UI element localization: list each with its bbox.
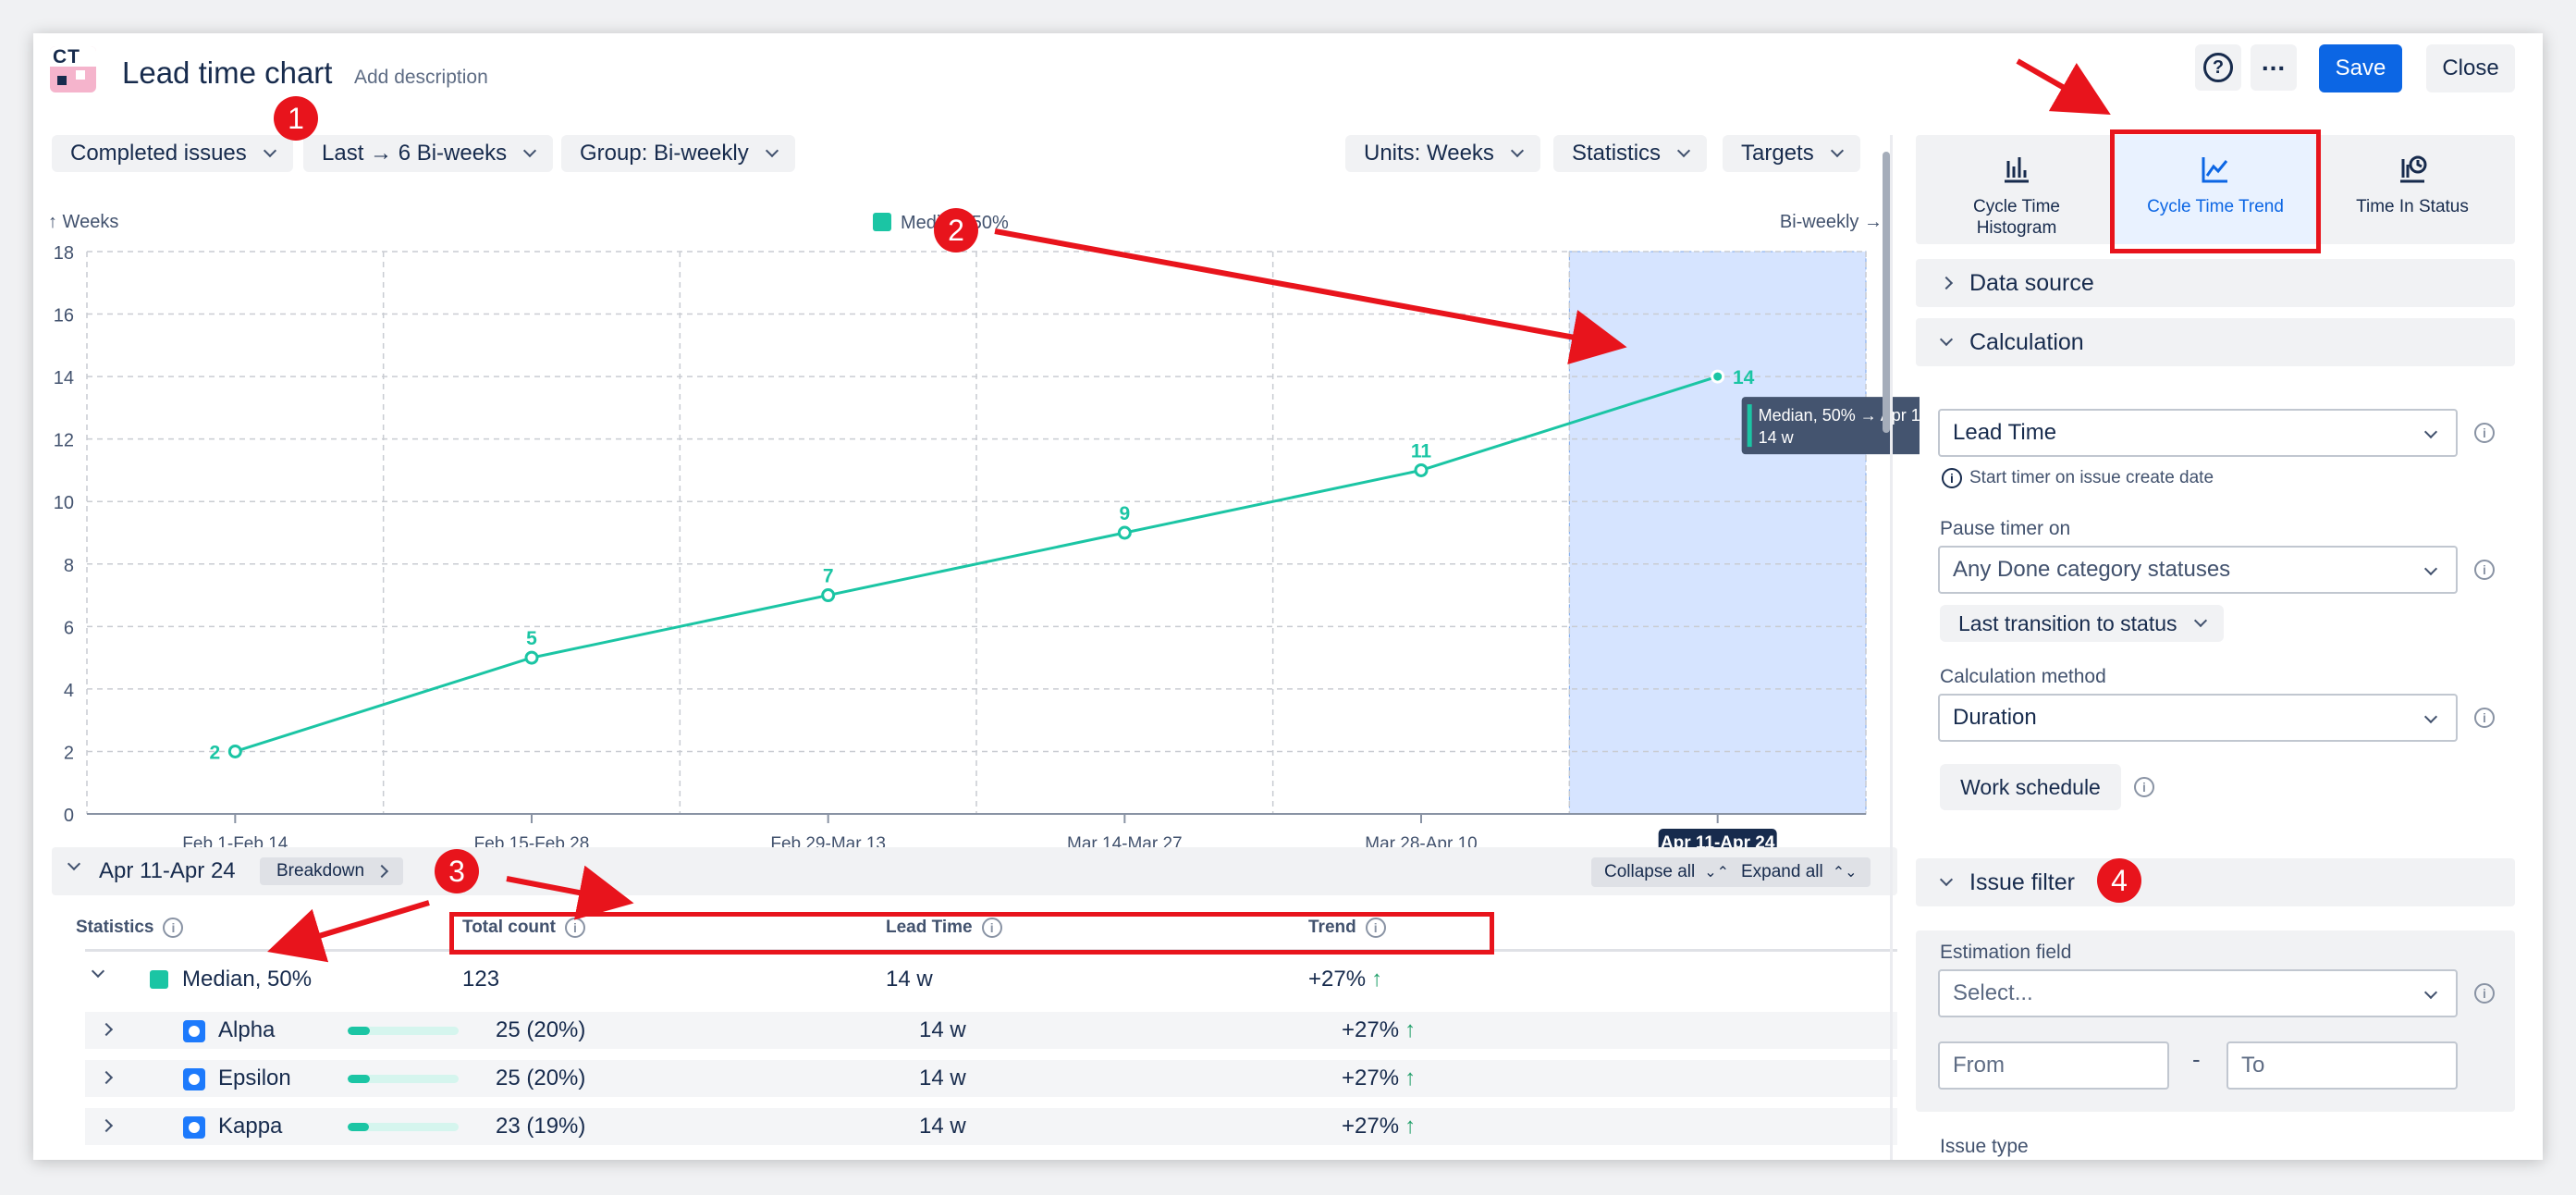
annotation-arrows [267,58,2111,963]
app-window: CT Lead time chart Add description ? ...… [33,33,2543,1160]
